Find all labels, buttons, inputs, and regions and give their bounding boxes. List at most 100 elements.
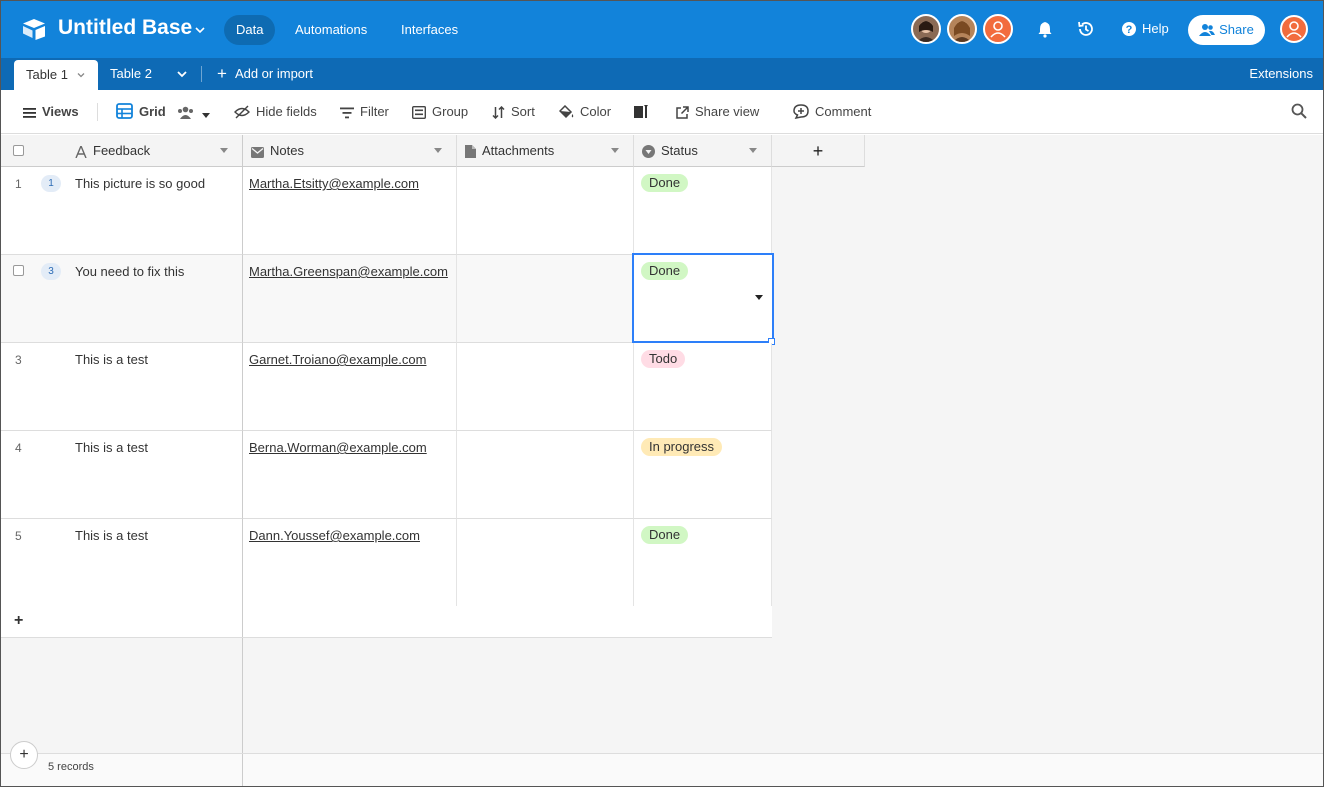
- feedback-cell[interactable]: This picture is so good: [75, 176, 205, 191]
- comment-count-badge[interactable]: 3: [41, 263, 61, 280]
- email-link[interactable]: Martha.Greenspan@example.com: [249, 264, 448, 279]
- text-field-icon: [75, 144, 87, 159]
- status-cell[interactable]: Done: [634, 519, 772, 607]
- record-count: 5 records: [48, 761, 94, 773]
- filter-icon: [340, 107, 354, 119]
- views-button[interactable]: Views: [23, 102, 79, 122]
- caret-down-icon[interactable]: [749, 148, 757, 153]
- comment-label: Comment: [815, 104, 872, 119]
- row-number: 5: [15, 529, 22, 543]
- column-header-notes[interactable]: Notes: [243, 135, 457, 167]
- help-button[interactable]: ? Help: [1121, 19, 1169, 39]
- file-icon: [465, 145, 476, 158]
- table-row[interactable]: 4 This is a test: [1, 431, 243, 519]
- nav-automations[interactable]: Automations: [283, 15, 379, 45]
- header-label: Status: [661, 143, 698, 158]
- chevron-down-icon[interactable]: [193, 23, 207, 37]
- status-cell[interactable]: Done: [634, 167, 772, 255]
- feedback-header: Feedback: [75, 135, 150, 167]
- add-record-row[interactable]: +: [1, 606, 772, 638]
- sort-button[interactable]: Sort: [492, 102, 535, 122]
- collaborator-avatar[interactable]: [983, 14, 1013, 44]
- attachments-cell[interactable]: [457, 255, 634, 343]
- chevron-down-icon[interactable]: [175, 67, 189, 81]
- top-bar: Untitled Base Data Automations Interface…: [1, 1, 1323, 58]
- tab-table-2[interactable]: Table 2: [110, 58, 152, 90]
- notes-cell[interactable]: Martha.Etsitty@example.com: [243, 167, 457, 255]
- extensions-button[interactable]: Extensions: [1249, 58, 1313, 90]
- feedback-cell[interactable]: This is a test: [75, 440, 148, 455]
- attachments-cell[interactable]: [457, 519, 634, 607]
- help-icon: ?: [1122, 22, 1136, 36]
- email-link[interactable]: Garnet.Troiano@example.com: [249, 352, 426, 367]
- feedback-cell[interactable]: You need to fix this: [75, 264, 184, 279]
- hide-fields-label: Hide fields: [256, 104, 317, 119]
- tab-table-1[interactable]: Table 1: [14, 60, 98, 90]
- table-row[interactable]: 5 This is a test: [1, 519, 243, 607]
- share-label: Share: [1219, 22, 1254, 37]
- color-button[interactable]: Color: [558, 102, 611, 122]
- grid-view-button[interactable]: Grid: [116, 102, 216, 122]
- table-row[interactable]: 3 You need to fix this: [1, 255, 243, 343]
- column-header-feedback[interactable]: Feedback: [1, 135, 243, 167]
- email-link[interactable]: Dann.Youssef@example.com: [249, 528, 420, 543]
- chevron-down-icon[interactable]: [76, 70, 86, 80]
- row-height-icon: [634, 105, 648, 118]
- airtable-logo-icon[interactable]: [21, 17, 47, 41]
- filter-button[interactable]: Filter: [340, 102, 389, 122]
- collaborator-avatar[interactable]: [947, 14, 977, 44]
- nav-data[interactable]: Data: [224, 15, 276, 45]
- add-or-import-button[interactable]: + Add or import: [217, 58, 313, 90]
- comment-count-badge[interactable]: 1: [41, 175, 61, 192]
- search-icon[interactable]: [1291, 103, 1307, 119]
- caret-down-icon[interactable]: [434, 148, 442, 153]
- feedback-cell[interactable]: This is a test: [75, 352, 148, 367]
- status-badge: Done: [641, 174, 689, 192]
- column-header-status[interactable]: Status: [634, 135, 772, 167]
- feedback-cell[interactable]: This is a test: [75, 528, 148, 543]
- hide-fields-button[interactable]: Hide fields: [234, 102, 317, 122]
- menu-icon: [23, 108, 36, 118]
- collaborator-avatar[interactable]: [911, 14, 941, 44]
- table-row[interactable]: 1 1 This picture is so good: [1, 167, 243, 255]
- base-title[interactable]: Untitled Base: [58, 16, 192, 40]
- caret-down-icon[interactable]: [611, 148, 619, 153]
- share-button[interactable]: Share: [1188, 15, 1265, 45]
- notes-cell[interactable]: Berna.Worman@example.com: [243, 431, 457, 519]
- attachments-cell[interactable]: [457, 343, 634, 431]
- notes-cell[interactable]: Martha.Greenspan@example.com: [243, 255, 457, 343]
- status-cell-selected[interactable]: Done: [632, 253, 774, 343]
- people-icon: [1199, 24, 1216, 36]
- add-import-label: Add or import: [234, 66, 313, 81]
- row-height-button[interactable]: [634, 102, 655, 122]
- add-field-button[interactable]: +: [772, 135, 865, 167]
- bell-icon[interactable]: [1035, 19, 1055, 39]
- comment-plus-icon: [793, 104, 809, 120]
- status-cell[interactable]: In progress: [634, 431, 772, 519]
- caret-down-icon[interactable]: [220, 148, 228, 153]
- paint-bucket-icon: [558, 104, 574, 119]
- table-row[interactable]: 3 This is a test: [1, 343, 243, 431]
- attachments-cell[interactable]: [457, 167, 634, 255]
- select-all-checkbox[interactable]: [13, 145, 24, 156]
- group-button[interactable]: Group: [411, 102, 468, 122]
- share-view-button[interactable]: Share view: [676, 102, 759, 122]
- plus-icon[interactable]: +: [14, 612, 23, 630]
- nav-interfaces[interactable]: Interfaces: [389, 15, 470, 45]
- add-record-floating-button[interactable]: +: [10, 741, 38, 769]
- email-field-icon: [251, 147, 264, 158]
- user-avatar[interactable]: [1280, 15, 1308, 43]
- people-icon: [178, 106, 194, 119]
- notes-cell[interactable]: Garnet.Troiano@example.com: [243, 343, 457, 431]
- notes-cell[interactable]: Dann.Youssef@example.com: [243, 519, 457, 607]
- header-label: Feedback: [93, 143, 151, 158]
- history-icon[interactable]: [1076, 19, 1096, 39]
- attachments-cell[interactable]: [457, 431, 634, 519]
- caret-down-icon[interactable]: [755, 295, 763, 300]
- column-header-attachments[interactable]: Attachments: [457, 135, 634, 167]
- email-link[interactable]: Martha.Etsitty@example.com: [249, 176, 419, 191]
- status-cell[interactable]: Todo: [634, 343, 772, 431]
- row-checkbox[interactable]: [13, 265, 24, 276]
- comment-button[interactable]: Comment: [793, 102, 871, 122]
- email-link[interactable]: Berna.Worman@example.com: [249, 440, 427, 455]
